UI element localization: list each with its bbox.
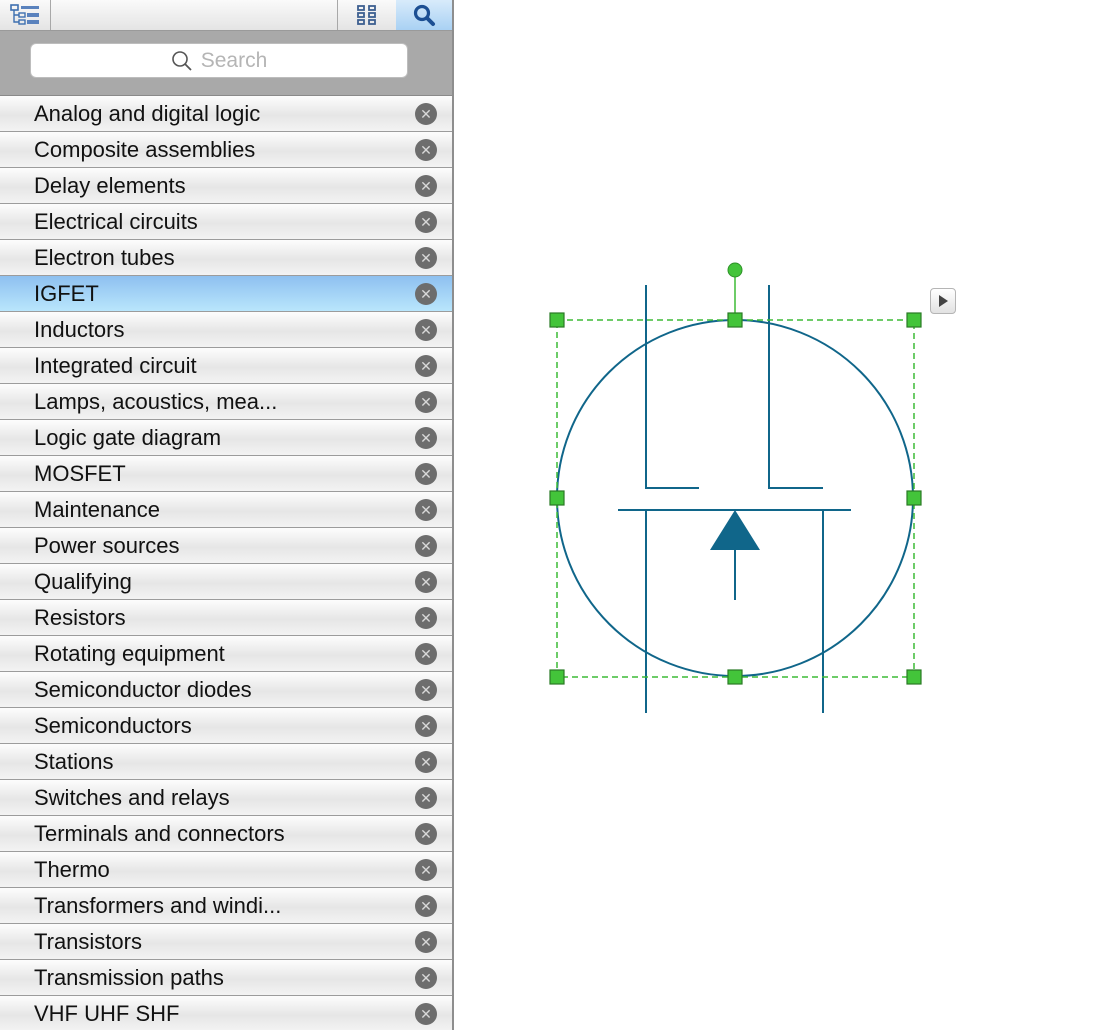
- resize-handle[interactable]: [549, 490, 565, 506]
- igfet-symbol: [556, 285, 914, 713]
- resize-handle[interactable]: [727, 312, 743, 328]
- play-icon: [939, 295, 948, 307]
- rotation-handle[interactable]: [727, 262, 743, 278]
- shape-action-button[interactable]: [930, 288, 956, 314]
- symbol-circle: [556, 319, 914, 677]
- igfet-shape[interactable]: [0, 0, 1098, 1030]
- resize-handle[interactable]: [906, 490, 922, 506]
- resize-handle[interactable]: [727, 669, 743, 685]
- drain-lead-left: [645, 285, 699, 489]
- resize-handle[interactable]: [549, 669, 565, 685]
- drain-lead-right: [768, 285, 823, 489]
- arrow-head-icon: [710, 510, 760, 550]
- resize-handle[interactable]: [906, 669, 922, 685]
- resize-handle[interactable]: [549, 312, 565, 328]
- resize-handle[interactable]: [906, 312, 922, 328]
